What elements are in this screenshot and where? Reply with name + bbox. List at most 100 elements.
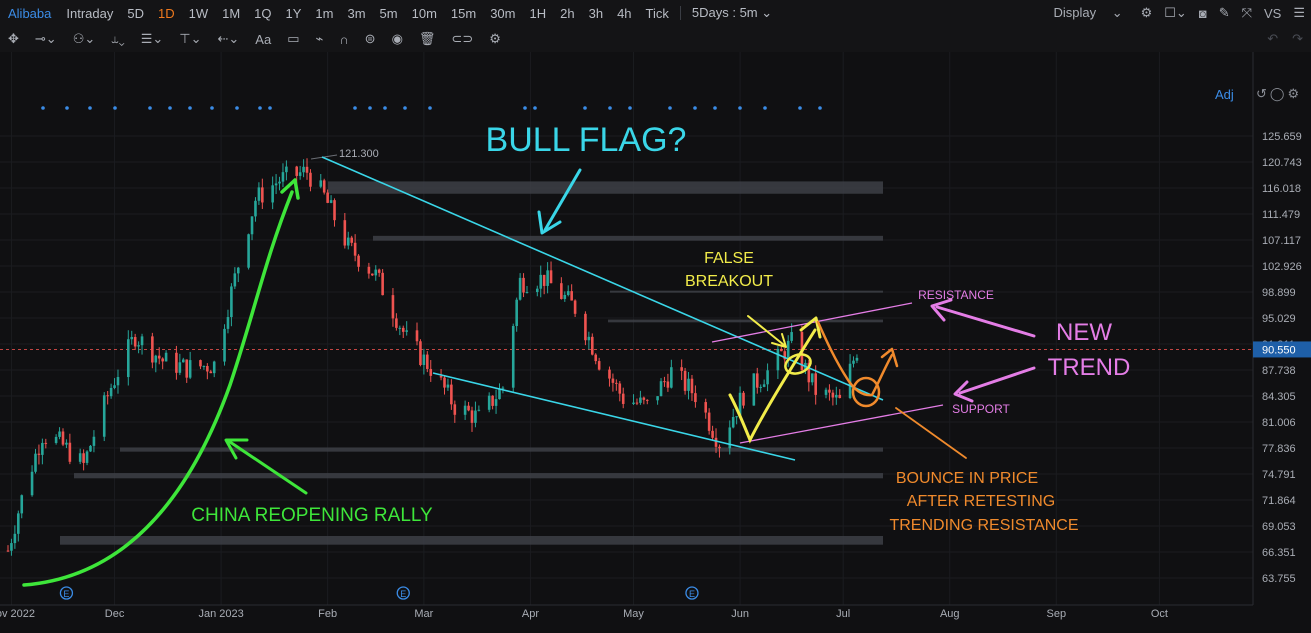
layout-icon[interactable]: ☐⌄ <box>1158 5 1193 21</box>
measure-tool-icon[interactable]: ⊤⌄ <box>171 31 209 47</box>
candle-body <box>522 277 525 293</box>
candle-body <box>109 387 113 397</box>
time-tick-label: Aug <box>940 608 960 620</box>
timeframe-tick[interactable]: Tick <box>639 6 676 21</box>
time-tick-label: May <box>623 608 644 620</box>
timeframe-5d[interactable]: 5D <box>120 6 151 21</box>
timeframe-1m[interactable]: 1m <box>308 6 340 21</box>
time-tick-label: Mar <box>414 608 433 620</box>
candle-body <box>546 270 549 286</box>
candle-body <box>810 373 814 383</box>
timeframe-1q[interactable]: 1Q <box>247 6 278 21</box>
trash-icon[interactable]: 🗑 <box>411 31 444 47</box>
timeframe-30m[interactable]: 30m <box>483 6 522 21</box>
timeframe-5m[interactable]: 5m <box>373 6 405 21</box>
timeframe-15m[interactable]: 15m <box>444 6 483 21</box>
timeframe-3h[interactable]: 3h <box>582 6 610 21</box>
candle-body <box>415 330 419 342</box>
menu-icon[interactable]: ☰ <box>1287 5 1311 21</box>
magnet-icon[interactable]: ∩ <box>331 32 356 47</box>
candle-body <box>82 453 85 463</box>
settings-icon[interactable]: ⚙ <box>481 31 509 47</box>
price-chart[interactable]: 121.300 125.659 120.743 116.018 111.479 107.… <box>0 52 1311 633</box>
price-tick-label: 102.926 <box>1262 261 1302 273</box>
pattern-tool-icon[interactable]: ⚇⌄ <box>65 31 104 47</box>
timeframe-2h[interactable]: 2h <box>553 6 581 21</box>
candle-body <box>346 237 350 246</box>
candle-body <box>429 368 433 376</box>
timeframe-intraday[interactable]: Intraday <box>59 6 120 21</box>
candle-body <box>467 405 470 411</box>
scale-icon[interactable]: ◯ <box>1270 86 1288 101</box>
divider <box>679 6 681 20</box>
compare-vs-button[interactable]: VS <box>1258 6 1287 21</box>
candle-body <box>353 242 357 256</box>
candle-body <box>374 269 378 276</box>
candle-body <box>632 402 635 404</box>
timeframe-1w[interactable]: 1W <box>182 6 216 21</box>
redo-icon[interactable]: ↷ <box>1292 31 1303 47</box>
brush-tool-icon[interactable]: ⌁ <box>307 31 331 47</box>
candle-body <box>371 273 374 276</box>
undo-icon[interactable]: ↶ <box>1267 31 1278 47</box>
event-dot <box>798 106 802 110</box>
fork-tool-icon[interactable]: ⥿⌄ <box>103 31 132 47</box>
price-tick-label: 71.864 <box>1262 495 1296 507</box>
gear-icon[interactable]: ⚙ <box>1135 5 1159 21</box>
timeframe-3m[interactable]: 3m <box>340 6 372 21</box>
settings-icon[interactable]: ⚙ <box>1287 86 1302 101</box>
candle-body <box>102 395 106 437</box>
candle-body <box>670 367 673 388</box>
time-tick-label: Dec <box>105 608 125 620</box>
drawing-toolbar: ✥ ⊸⌄ ⚇⌄ ⥿⌄ ☰⌄ ⊤⌄ ⇠⌄ Aa ▭ ⌁ ∩ ⊜ ◉ 🗑 ⊂⊃ ⚙ … <box>0 26 1311 52</box>
last-price-label: 90.550 <box>1262 344 1296 356</box>
note-tool-icon[interactable]: ▭ <box>279 31 307 47</box>
candle-body <box>199 360 202 367</box>
candle-body <box>254 200 257 217</box>
crosshair-icon[interactable]: ✥ <box>0 31 27 47</box>
arrow-tool-icon[interactable]: ⇠⌄ <box>209 31 247 47</box>
candle-body <box>742 392 745 406</box>
lock-drawings-icon[interactable]: ⊜ <box>357 31 384 47</box>
candle-body <box>398 327 402 329</box>
symbol-label[interactable]: Alibaba <box>0 6 59 21</box>
candle-body <box>326 192 329 203</box>
timeframe-1h[interactable]: 1H <box>523 6 554 21</box>
time-tick-label: Nov 2022 <box>0 608 35 620</box>
hide-drawings-icon[interactable]: ◉ <box>384 31 411 47</box>
event-dot <box>533 106 537 110</box>
resistance-label: RESISTANCE <box>918 288 994 302</box>
candle-body <box>226 317 230 329</box>
candle-body <box>566 291 570 295</box>
candle-body <box>663 381 666 383</box>
line-tool-icon[interactable]: ⊸⌄ <box>27 31 65 47</box>
timeframe-4h[interactable]: 4h <box>610 6 638 21</box>
timeframe-1m[interactable]: 1M <box>215 6 247 21</box>
adj-label[interactable]: Adj <box>1215 87 1234 102</box>
candle-body <box>711 430 714 438</box>
time-tick-label: Jan 2023 <box>198 608 243 620</box>
range-select[interactable]: 5Days : 5m ⌄ <box>685 5 779 21</box>
candle-body <box>85 451 89 463</box>
timeframe-1y[interactable]: 1Y <box>279 6 309 21</box>
candle-body <box>487 395 491 410</box>
candle-body <box>278 181 281 184</box>
reset-icon[interactable]: ↺ <box>1256 86 1270 101</box>
timeframe-1d[interactable]: 1D <box>151 6 182 21</box>
candle-body <box>10 543 13 551</box>
fib-tool-icon[interactable]: ☰⌄ <box>133 31 172 47</box>
text-tool-icon[interactable]: Aa <box>247 32 279 47</box>
event-dot <box>763 106 767 110</box>
candle-body <box>223 328 226 362</box>
timeframe-10m[interactable]: 10m <box>405 6 444 21</box>
candle-body <box>250 216 254 235</box>
camera-icon[interactable]: ◙ <box>1193 6 1213 21</box>
pencil-icon[interactable]: ✎ <box>1213 5 1236 21</box>
time-tick-label: Jun <box>731 608 749 620</box>
link-icon[interactable]: ⊂⊃ <box>443 31 481 47</box>
display-select[interactable]: Display ⌄ <box>1041 5 1134 21</box>
candle-body <box>333 200 336 221</box>
fullscreen-icon[interactable]: ⤧ <box>1236 5 1258 21</box>
candle-body <box>343 220 347 246</box>
event-dot <box>368 106 372 110</box>
